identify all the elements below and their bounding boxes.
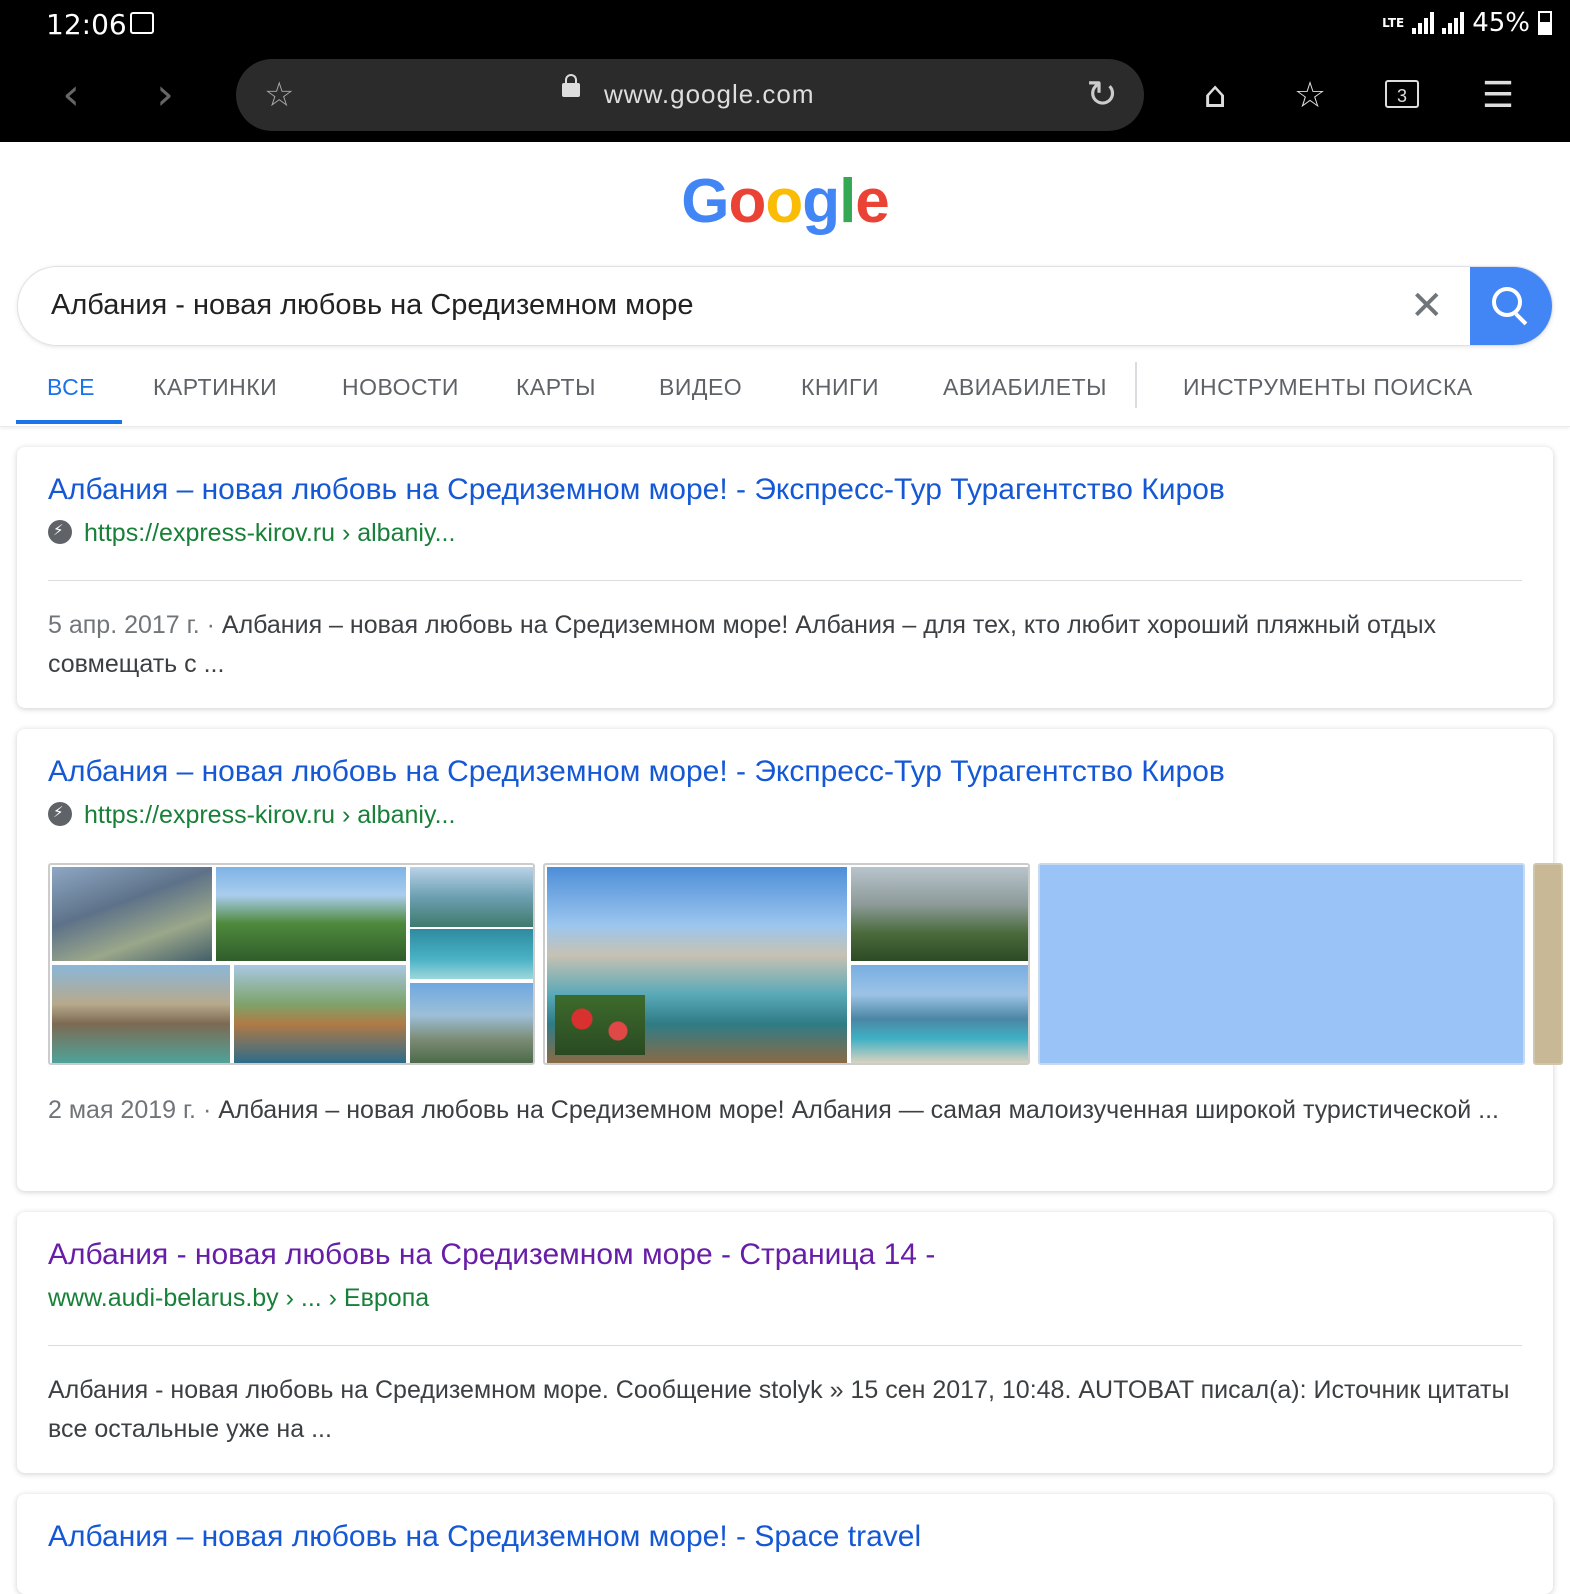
active-tab-indicator (16, 420, 122, 424)
result-date: 5 апр. 2017 г. · (48, 611, 222, 639)
tab-books[interactable]: КНИГИ (801, 374, 879, 401)
result-image[interactable] (48, 863, 535, 1065)
image-notification-icon (130, 12, 154, 34)
search-input[interactable]: Албания - новая любовь на Средиземном мо… (51, 289, 694, 322)
result-title-link[interactable]: Албания – новая любовь на Средиземном мо… (48, 473, 1225, 507)
result-image-placeholder[interactable] (1038, 863, 1525, 1065)
clear-icon[interactable]: ✕ (1410, 279, 1444, 333)
status-time: 12:06 (46, 8, 127, 41)
result-title-link[interactable]: Албания – новая любовь на Средиземном мо… (48, 1520, 921, 1554)
google-logo: Google (0, 166, 1570, 237)
logo-letter: o (728, 167, 766, 236)
address-url: www.google.com (604, 79, 815, 109)
status-bar: 12:06 LTE 45% (0, 0, 1570, 50)
search-result: Албания – новая любовь на Средиземном мо… (17, 447, 1553, 708)
result-divider (48, 580, 1522, 581)
search-result: Албания - новая любовь на Средиземном мо… (17, 1212, 1553, 1473)
tab-all[interactable]: ВСЕ (47, 374, 95, 401)
result-url[interactable]: www.audi-belarus.by › ... › Европа (48, 1284, 429, 1313)
tab-video[interactable]: ВИДЕО (659, 374, 742, 401)
tab-images[interactable]: КАРТИНКИ (153, 374, 277, 401)
logo-letter: o (765, 167, 803, 236)
tab-search-tools[interactable]: ИНСТРУМЕНТЫ ПОИСКА (1183, 374, 1473, 401)
search-result: Албания – новая любовь на Средиземном мо… (17, 729, 1563, 1191)
result-title-link[interactable]: Албания – новая любовь на Средиземном мо… (48, 755, 1225, 789)
result-snippet-text: Албания – новая любовь на Средиземном мо… (48, 611, 1437, 678)
bookmark-star-icon[interactable]: ☆ (264, 75, 294, 115)
result-title-link[interactable]: Албания - новая любовь на Средиземном мо… (48, 1238, 935, 1272)
tab-maps[interactable]: КАРТЫ (516, 374, 596, 401)
search-tabs: ВСЕ КАРТИНКИ НОВОСТИ КАРТЫ ВИДЕО КНИГИ А… (0, 356, 1570, 427)
result-snippet: 5 апр. 2017 г. · Албания – новая любовь … (48, 606, 1523, 684)
forward-icon[interactable]: › (140, 70, 190, 120)
status-indicators: LTE 45% (1382, 8, 1552, 38)
tab-news[interactable]: НОВОСТИ (342, 374, 459, 401)
reload-icon[interactable]: ↻ (1086, 73, 1118, 115)
search-result: Албания – новая любовь на Средиземном мо… (17, 1494, 1553, 1594)
result-snippet: 2 мая 2019 г. · Албания – новая любовь н… (48, 1091, 1523, 1130)
result-url-text: https://express-kirov.ru › albaniy... (84, 801, 456, 829)
logo-letter: G (681, 167, 729, 236)
result-image-partial[interactable] (1533, 863, 1563, 1065)
signal-icon-2 (1442, 12, 1465, 34)
tab-flights[interactable]: АВИАБИЛЕТЫ (943, 374, 1107, 401)
bookmarks-icon[interactable]: ☆ (1285, 74, 1335, 118)
logo-letter: g (802, 167, 840, 236)
result-url-text: https://express-kirov.ru › albaniy... (84, 519, 456, 547)
logo-letter: l (839, 167, 856, 236)
search-button[interactable] (1470, 267, 1552, 345)
lock-icon (562, 74, 580, 97)
result-snippet-text: Албания – новая любовь на Средиземном мо… (218, 1096, 1499, 1124)
browser-toolbar: ‹ › ☆ www.google.com ↻ ⌂ ☆ ☰ (0, 50, 1570, 142)
search-icon-handle (1514, 312, 1528, 326)
address-bar[interactable]: ☆ www.google.com ↻ (236, 59, 1144, 131)
tabs-button[interactable]: 3 (1385, 80, 1419, 108)
logo-letter: e (855, 167, 889, 236)
result-snippet: Албания - новая любовь на Средиземном мо… (48, 1376, 1510, 1443)
menu-icon[interactable]: ☰ (1473, 74, 1523, 118)
tabs-divider (1135, 362, 1137, 408)
result-url[interactable]: https://express-kirov.ru › albaniy... (48, 801, 455, 830)
signal-icon (1412, 12, 1435, 34)
result-url[interactable]: https://express-kirov.ru › albaniy... (48, 519, 455, 548)
battery-icon (1538, 11, 1552, 35)
battery-percent: 45% (1472, 8, 1530, 38)
result-image[interactable] (543, 863, 1030, 1065)
home-icon[interactable]: ⌂ (1190, 74, 1240, 118)
back-icon[interactable]: ‹ (46, 70, 96, 120)
result-divider (48, 1345, 1522, 1346)
search-box: Албания - новая любовь на Средиземном мо… (17, 266, 1553, 346)
amp-icon (48, 520, 72, 544)
result-date: 2 мая 2019 г. · (48, 1096, 219, 1124)
network-type: LTE (1382, 16, 1405, 30)
amp-icon (48, 802, 72, 826)
